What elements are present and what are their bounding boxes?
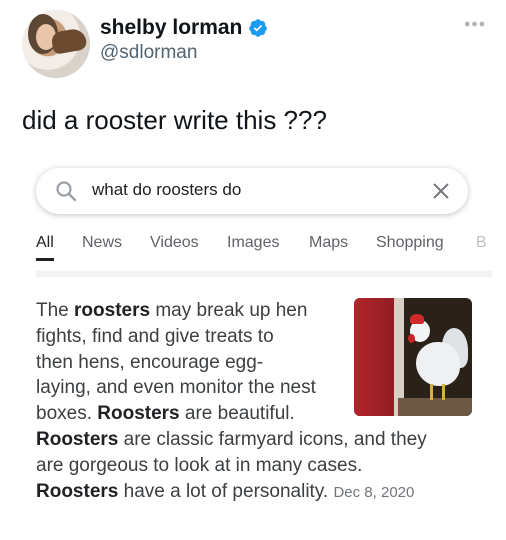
display-name-row: shelby lorman xyxy=(100,16,268,40)
tab-all[interactable]: All xyxy=(36,234,54,252)
tab-videos[interactable]: Videos xyxy=(150,234,199,252)
handle[interactable]: @sdlorman xyxy=(100,42,268,64)
rooster-image[interactable] xyxy=(354,298,472,416)
tweet-header: shelby lorman @sdlorman ••• xyxy=(22,10,492,80)
active-tab-indicator xyxy=(36,258,54,261)
rooster-leg xyxy=(442,384,445,400)
author-block: shelby lorman @sdlorman xyxy=(100,16,268,64)
tab-news[interactable]: News xyxy=(82,234,122,252)
tab-books[interactable]: B xyxy=(476,234,487,252)
rooster-wattle xyxy=(408,334,415,343)
tab-shopping[interactable]: Shopping xyxy=(376,234,444,252)
tab-images[interactable]: Images xyxy=(227,234,279,252)
display-name[interactable]: shelby lorman xyxy=(100,16,242,40)
tweet-text: did a rooster write this ??? xyxy=(22,105,327,135)
embedded-screenshot: what do roosters do All News Videos Imag… xyxy=(22,162,492,532)
more-options-icon[interactable]: ••• xyxy=(464,14,486,35)
rooster-leg xyxy=(430,384,433,400)
search-input[interactable]: what do roosters do xyxy=(92,180,241,200)
avatar[interactable] xyxy=(22,10,90,78)
verified-badge-icon xyxy=(249,19,268,37)
tabs-divider xyxy=(36,271,492,277)
close-icon[interactable] xyxy=(430,180,452,202)
search-tabs: All News Videos Images Maps Shopping B xyxy=(36,234,492,264)
barn-door xyxy=(354,298,398,416)
rooster-comb xyxy=(410,314,424,324)
tab-maps[interactable]: Maps xyxy=(309,234,348,252)
search-box[interactable]: what do roosters do xyxy=(36,168,468,214)
barn-floor xyxy=(398,398,472,416)
search-icon xyxy=(56,181,77,202)
rooster-body xyxy=(416,342,460,386)
snippet-date: Dec 8, 2020 xyxy=(333,483,415,501)
